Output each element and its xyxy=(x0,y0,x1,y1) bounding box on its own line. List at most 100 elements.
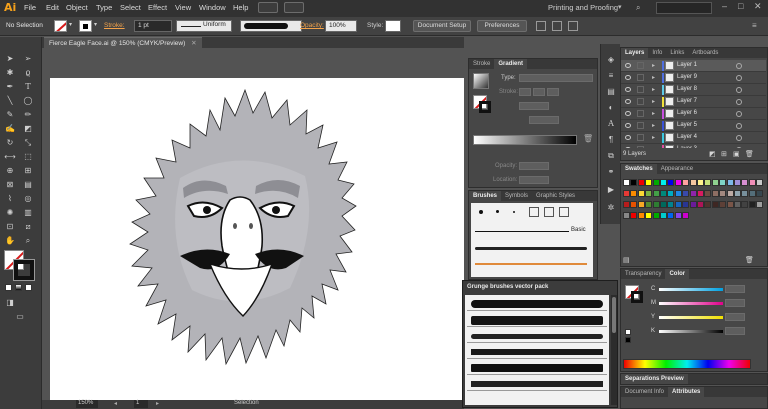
chevron-down-icon[interactable]: ▾ xyxy=(618,3,622,11)
brush-swatch[interactable] xyxy=(559,207,569,217)
swatch-libraries-icon[interactable]: ▤ xyxy=(623,256,630,264)
visibility-eye-icon[interactable] xyxy=(625,75,631,80)
visibility-eye-icon[interactable] xyxy=(625,87,631,92)
menu-window[interactable]: Window xyxy=(199,3,226,12)
aspect-field[interactable] xyxy=(529,116,559,124)
color-swatch[interactable] xyxy=(623,201,630,208)
transform-icon[interactable] xyxy=(552,21,562,31)
expand-arrow-icon[interactable]: ▸ xyxy=(652,146,655,148)
zoom-tool-icon[interactable]: ⌕ xyxy=(22,235,34,246)
first-artboard-icon[interactable]: ◂ xyxy=(114,400,117,407)
color-swatch[interactable] xyxy=(623,179,630,186)
trash-icon[interactable]: 🗑 xyxy=(745,150,754,158)
color-stroke-box[interactable] xyxy=(631,291,643,303)
color-swatch[interactable] xyxy=(630,179,638,186)
layer-row[interactable]: ▸ Layer 7 xyxy=(621,96,766,108)
color-swatch[interactable] xyxy=(748,201,756,208)
document-setup-button[interactable]: Document Setup xyxy=(413,20,471,32)
gradient-type-select[interactable] xyxy=(519,74,593,82)
channel-c-field[interactable] xyxy=(725,285,745,293)
scale-tool-icon[interactable]: ⤡ xyxy=(22,137,34,148)
grunge-brush-6[interactable] xyxy=(467,377,607,391)
workspace-switcher[interactable]: Printing and Proofing xyxy=(548,3,618,12)
color-swatch[interactable] xyxy=(623,190,630,197)
menu-view[interactable]: View xyxy=(175,3,191,12)
tab-layers[interactable]: Layers xyxy=(621,48,649,58)
eraser-tool-icon[interactable]: ◩ xyxy=(22,123,34,134)
grunge-brush-3[interactable] xyxy=(467,329,607,343)
column-graph-tool-icon[interactable]: ▥ xyxy=(22,207,34,218)
menu-effect[interactable]: Effect xyxy=(148,3,167,12)
menu-file[interactable]: File xyxy=(24,3,36,12)
color-swatch[interactable] xyxy=(645,212,653,219)
lock-toggle[interactable] xyxy=(637,146,644,148)
color-guide-icon[interactable]: ◈ xyxy=(605,54,617,65)
gradient-preview[interactable] xyxy=(473,73,489,89)
menu-icon[interactable]: ≡ xyxy=(752,21,762,31)
tab-brushes[interactable]: Brushes xyxy=(469,191,502,201)
channel-y-field[interactable] xyxy=(725,313,745,321)
basic-brush-line[interactable] xyxy=(475,231,569,232)
menu-type[interactable]: Type xyxy=(96,3,112,12)
pathfinder-panel-icon[interactable]: ⧉ xyxy=(605,150,617,161)
document-tab[interactable]: Fierce Eagle Face.ai @ 150% (CMYK/Previe… xyxy=(44,37,202,48)
stroke-color-box[interactable] xyxy=(13,259,35,281)
color-swatch[interactable] xyxy=(674,179,682,186)
magic-wand-tool-icon[interactable]: ✱ xyxy=(4,67,16,78)
symbols-panel-icon[interactable]: ✲ xyxy=(605,202,617,213)
layer-target-icon[interactable] xyxy=(736,135,742,141)
close-tab-icon[interactable]: ✕ xyxy=(191,40,196,47)
tab-appearance[interactable]: Appearance xyxy=(657,164,697,174)
color-swatch[interactable] xyxy=(660,201,667,208)
visibility-eye-icon[interactable] xyxy=(625,147,631,148)
pen-tool-icon[interactable]: ✒ xyxy=(4,81,16,92)
maximize-button[interactable]: □ xyxy=(738,1,743,11)
channel-m-slider[interactable] xyxy=(659,302,723,305)
gradient-slider[interactable] xyxy=(473,135,577,145)
brush-definition[interactable] xyxy=(240,20,302,32)
color-swatch[interactable] xyxy=(734,201,741,208)
preferences-button[interactable]: Preferences xyxy=(477,20,527,32)
color-swatch[interactable] xyxy=(660,212,667,219)
mesh-tool-icon[interactable]: ⊠ xyxy=(4,179,16,190)
color-swatch[interactable] xyxy=(741,179,749,186)
search-help-input[interactable] xyxy=(656,2,712,14)
tab-color[interactable]: Color xyxy=(665,269,690,279)
angle-field[interactable] xyxy=(519,102,549,110)
color-swatch[interactable] xyxy=(741,190,749,197)
color-swatch[interactable] xyxy=(652,179,660,186)
trash-icon[interactable]: 🗑 xyxy=(583,134,593,143)
artboard-number-field[interactable]: 1 xyxy=(134,400,148,408)
visibility-eye-icon[interactable] xyxy=(625,99,631,104)
menu-help[interactable]: Help xyxy=(233,3,248,12)
color-swatch[interactable] xyxy=(734,179,741,186)
menu-edit[interactable]: Edit xyxy=(46,3,59,12)
expand-arrow-icon[interactable]: ▸ xyxy=(652,74,655,81)
tab-transparency[interactable]: Transparency xyxy=(621,269,665,279)
layer-target-icon[interactable] xyxy=(736,87,742,93)
tab-info[interactable]: Info xyxy=(648,48,666,58)
stroke-panel-icon[interactable]: ≡ xyxy=(605,70,617,81)
arrange-documents-button[interactable] xyxy=(284,2,304,13)
color-swatch[interactable] xyxy=(667,201,675,208)
align-icon[interactable] xyxy=(536,21,546,31)
brush-swatch[interactable] xyxy=(544,207,554,217)
grunge-brush-5[interactable] xyxy=(467,361,607,375)
tab-links[interactable]: Links xyxy=(666,48,688,58)
stroke-weight-field[interactable]: 1 pt xyxy=(134,20,172,32)
ellipse-tool-icon[interactable]: ◯ xyxy=(22,95,34,106)
lock-toggle[interactable] xyxy=(637,122,644,129)
make-clipping-mask-icon[interactable]: ◩ xyxy=(709,150,716,158)
selection-tool-icon[interactable]: ➤ xyxy=(4,53,16,64)
color-mode-button[interactable] xyxy=(5,284,12,291)
brush-dot[interactable] xyxy=(496,210,499,213)
color-swatch[interactable] xyxy=(711,190,719,197)
lock-toggle[interactable] xyxy=(637,86,644,93)
layer-target-icon[interactable] xyxy=(736,123,742,129)
perspective-grid-tool-icon[interactable]: ⊞ xyxy=(22,165,34,176)
stroke-label[interactable]: Stroke: xyxy=(104,22,125,29)
tab-document-info[interactable]: Document Info xyxy=(621,387,668,397)
color-swatch[interactable] xyxy=(674,212,682,219)
opacity-label[interactable]: Opacity: xyxy=(300,22,324,29)
transparency-panel-icon[interactable]: ◐ xyxy=(605,102,617,113)
